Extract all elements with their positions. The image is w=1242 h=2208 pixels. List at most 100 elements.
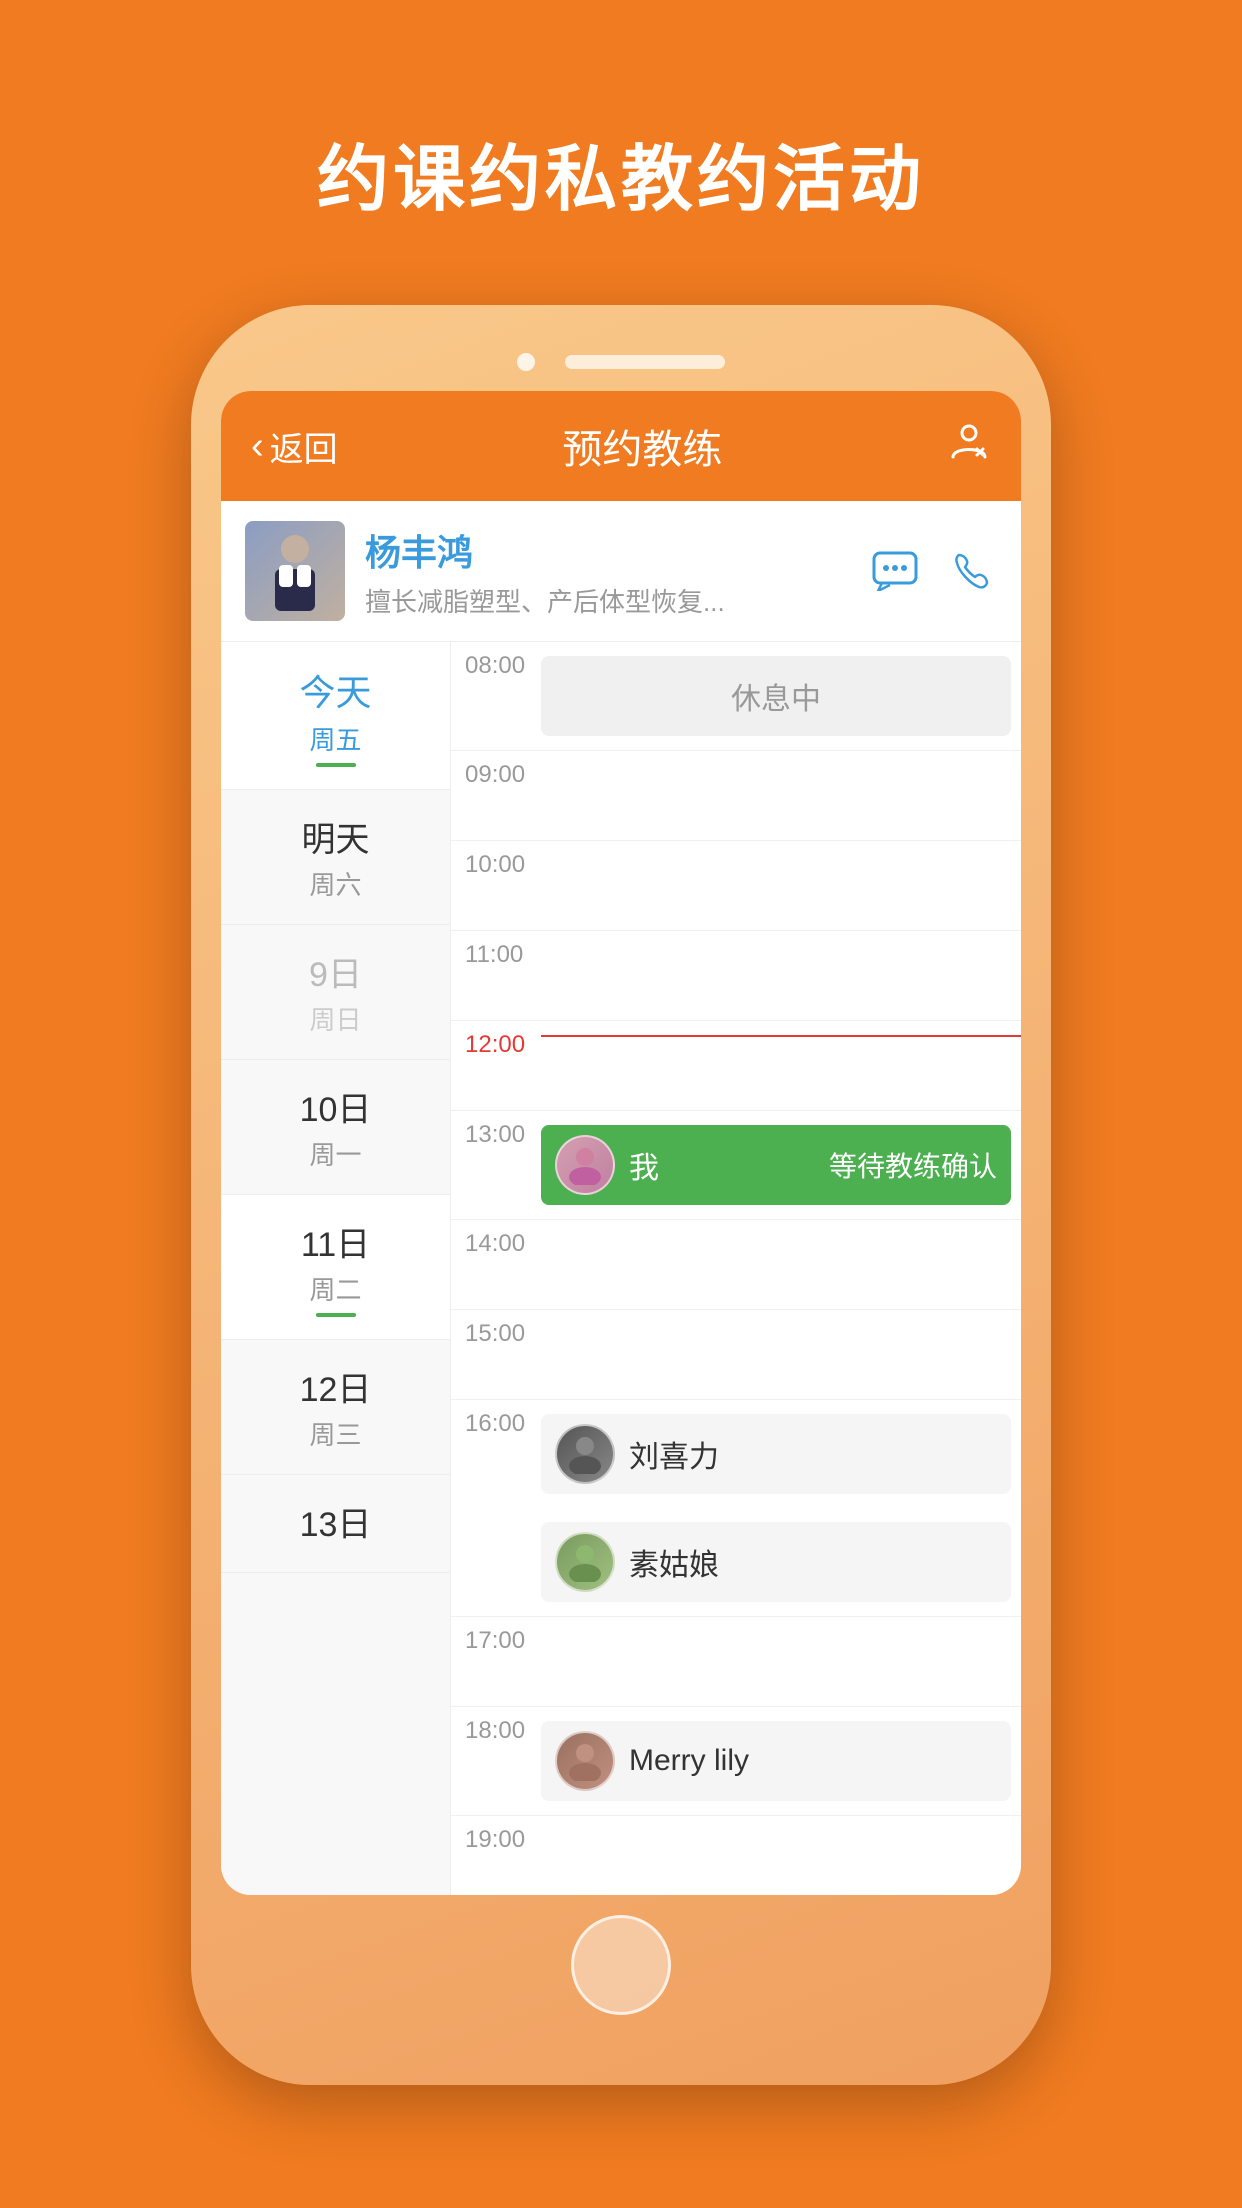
- phone-screen: ‹ 返回 预约教练: [221, 391, 1021, 1895]
- time-1600: 16:00: [451, 1400, 541, 1508]
- chat-button[interactable]: [869, 545, 921, 597]
- trainer-info-row: 杨丰鸿 擅长减脂塑型、产后体型恢复...: [221, 501, 1021, 642]
- weekday-label-11: 周二: [309, 1270, 361, 1307]
- day-label-9: 9日: [309, 947, 362, 996]
- date-item-today[interactable]: 今天 周五: [221, 642, 450, 790]
- phone-bottom: [221, 1895, 1021, 2025]
- slot-content-1600a: 刘喜力: [541, 1400, 1021, 1508]
- trainer-avatar: [245, 521, 345, 621]
- date-item-9[interactable]: 9日 周日: [221, 925, 450, 1060]
- time-1500: 15:00: [451, 1310, 541, 1348]
- current-time-line: [541, 1035, 1021, 1037]
- weekday-label-today: 周五: [309, 720, 361, 757]
- back-label: 返回: [270, 422, 338, 471]
- header-title: 预约教练: [338, 417, 947, 475]
- slot-row-liu: 16:00 刘喜力: [451, 1400, 1021, 1508]
- day-label-11: 11日: [301, 1217, 370, 1266]
- timeslot-0800: 08:00 休息中: [451, 642, 1021, 751]
- today-underline: [316, 763, 356, 767]
- booking-me[interactable]: 我 等待教练确认: [541, 1125, 1011, 1205]
- day-label-tomorrow: 明天: [302, 812, 370, 861]
- time-1900: 19:00: [451, 1816, 541, 1854]
- time-1400: 14:00: [451, 1220, 541, 1258]
- weekday-label-9: 周日: [309, 1000, 361, 1037]
- weekday-label-10: 周一: [309, 1135, 361, 1172]
- header-bar: ‹ 返回 预约教练: [221, 391, 1021, 501]
- schedule-area: 08:00 休息中 09:00 10:00 11:00: [451, 642, 1021, 1895]
- avatar-liu: [555, 1424, 615, 1484]
- date-item-11[interactable]: 11日 周二: [221, 1195, 450, 1340]
- timeslot-1000: 10:00: [451, 841, 1021, 931]
- avatar-su: [555, 1532, 615, 1592]
- day-label-10: 10日: [300, 1082, 372, 1131]
- slot-row-su: 16:00 素姑娘: [451, 1508, 1021, 1616]
- time-1000: 10:00: [451, 841, 541, 879]
- back-button[interactable]: ‹ 返回: [251, 422, 338, 471]
- timeslot-1400: 14:00: [451, 1220, 1021, 1310]
- rest-indicator: 休息中: [541, 656, 1011, 736]
- slot-content-1300: 我 等待教练确认: [541, 1111, 1021, 1219]
- time-1200: 12:00: [451, 1021, 541, 1059]
- timeslot-1700: 17:00: [451, 1617, 1021, 1707]
- slot-content-1800: Merry lily: [541, 1707, 1021, 1815]
- timeslot-1200: 12:00: [451, 1021, 1021, 1111]
- trainer-description: 擅长减脂塑型、产后体型恢复...: [365, 582, 869, 619]
- time-0900: 09:00: [451, 751, 541, 789]
- date-item-12[interactable]: 12日 周三: [221, 1340, 450, 1475]
- booking-su-name: 素姑娘: [629, 1540, 997, 1584]
- booking-su[interactable]: 素姑娘: [541, 1522, 1011, 1602]
- camera-dot: [517, 353, 535, 371]
- date-sidebar: 今天 周五 明天 周六 9日 周日 10日 周一 11日: [221, 642, 451, 1895]
- day-label-today: 今天: [299, 664, 371, 716]
- booking-merry[interactable]: Merry lily: [541, 1721, 1011, 1801]
- slot-content-1100: [541, 931, 1021, 951]
- phone-call-button[interactable]: [945, 545, 997, 597]
- weekday-label-tomorrow: 周六: [309, 865, 361, 902]
- slot-content-1500: [541, 1310, 1021, 1330]
- booking-me-status: 等待教练确认: [829, 1145, 997, 1185]
- day-label-13: 13日: [300, 1497, 372, 1546]
- time-1100: 11:00: [451, 931, 541, 969]
- timeslot-1900: 19:00: [451, 1816, 1021, 1895]
- time-1300: 13:00: [451, 1111, 541, 1149]
- timeslot-1800: 18:00 Merry lily: [451, 1707, 1021, 1816]
- slot-content-0800: 休息中: [541, 642, 1021, 750]
- weekday-label-12: 周三: [309, 1415, 361, 1452]
- date-item-tomorrow[interactable]: 明天 周六: [221, 790, 450, 925]
- trainer-name: 杨丰鸿: [365, 524, 869, 576]
- timeslot-1600: 16:00 刘喜力: [451, 1400, 1021, 1617]
- slot-content-1900: [541, 1816, 1021, 1836]
- timeslot-1500: 15:00: [451, 1310, 1021, 1400]
- slot-content-1400: [541, 1220, 1021, 1240]
- avatar-merry: [555, 1731, 615, 1791]
- timeslot-1100: 11:00: [451, 931, 1021, 1021]
- trainer-actions: [869, 545, 997, 597]
- time-1700: 17:00: [451, 1617, 541, 1655]
- day-label-12: 12日: [300, 1362, 372, 1411]
- timeslot-0900: 09:00: [451, 751, 1021, 841]
- phone-top-bar: [221, 335, 1021, 391]
- phone-speaker: [565, 355, 725, 369]
- trainer-details: 杨丰鸿 擅长减脂塑型、产后体型恢复...: [365, 524, 869, 619]
- back-chevron-icon: ‹: [251, 425, 264, 468]
- timeslot-1300: 13:00 我 等待教练确认: [451, 1111, 1021, 1220]
- date-item-13[interactable]: 13日: [221, 1475, 450, 1573]
- home-button[interactable]: [571, 1915, 671, 2015]
- page-title: 约课约私教约活动: [317, 120, 925, 225]
- slot-content-1700: [541, 1617, 1021, 1637]
- slot-content-0900: [541, 751, 1021, 771]
- time-0800: 08:00: [451, 642, 541, 680]
- booking-liu[interactable]: 刘喜力: [541, 1414, 1011, 1494]
- phone-mockup: ‹ 返回 预约教练: [191, 305, 1051, 2085]
- slot-content-1200: [541, 1021, 1021, 1041]
- avatar-me: [555, 1135, 615, 1195]
- booking-liu-name: 刘喜力: [629, 1432, 997, 1476]
- booking-me-name: 我: [629, 1143, 829, 1187]
- settings-icon[interactable]: [947, 419, 991, 473]
- date-item-10[interactable]: 10日 周一: [221, 1060, 450, 1195]
- main-content: 今天 周五 明天 周六 9日 周日 10日 周一 11日: [221, 642, 1021, 1895]
- active-underline-11: [316, 1313, 356, 1317]
- time-1800: 18:00: [451, 1707, 541, 1745]
- booking-merry-name: Merry lily: [629, 1744, 997, 1778]
- slot-content-1000: [541, 841, 1021, 861]
